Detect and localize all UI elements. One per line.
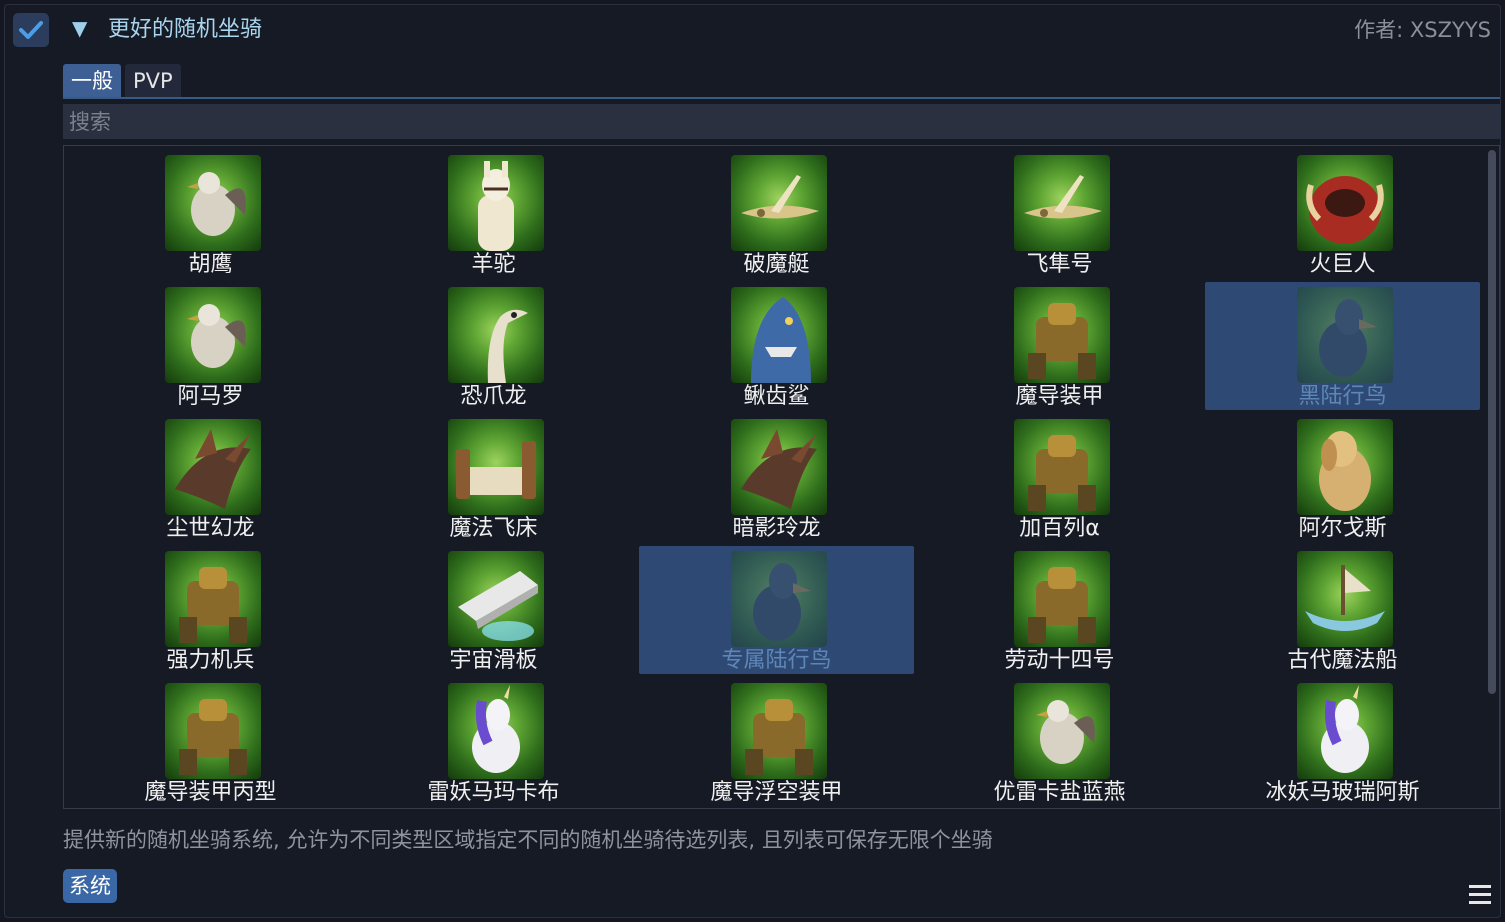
dragon-icon xyxy=(731,419,827,515)
mount-cell[interactable]: 冰妖马玻瑞阿斯 xyxy=(1205,678,1480,806)
mount-name: 火巨人 xyxy=(1309,252,1376,277)
mount-name: 劳动十四号 xyxy=(1004,648,1115,673)
plugin-description: 提供新的随机坐骑系统, 允许为不同类型区域指定不同的随机坐骑待选列表, 且列表可… xyxy=(63,828,993,852)
mount-name: 魔导装甲 xyxy=(1015,384,1104,409)
ship-icon xyxy=(1297,551,1393,647)
raptor-icon xyxy=(448,287,544,383)
mount-name: 胡鹰 xyxy=(188,252,233,277)
mount-cell[interactable]: 阿尔戈斯 xyxy=(1205,414,1480,542)
mount-name: 强力机兵 xyxy=(166,648,255,673)
mount-name: 古代魔法船 xyxy=(1287,648,1398,673)
mount-cell[interactable]: 魔导装甲 xyxy=(922,282,1197,410)
mount-cell[interactable]: 尘世幻龙 xyxy=(73,414,348,542)
plugin-title[interactable]: 更好的随机坐骑 xyxy=(108,14,262,46)
bed-icon xyxy=(448,419,544,515)
mount-name: 阿尔戈斯 xyxy=(1298,516,1387,541)
collapse-arrow-icon[interactable]: ▼ xyxy=(72,18,94,38)
checkmark-icon xyxy=(19,21,43,39)
mount-name: 魔导浮空装甲 xyxy=(710,780,843,805)
mech-icon xyxy=(165,683,261,779)
beast-icon xyxy=(1297,155,1393,251)
mount-name: 专属陆行鸟 xyxy=(721,648,832,673)
mount-cell[interactable]: 魔导浮空装甲 xyxy=(639,678,914,806)
mount-cell[interactable]: 胡鹰 xyxy=(73,150,348,278)
chocobo-icon xyxy=(1297,287,1393,383)
mount-cell[interactable]: 火巨人 xyxy=(1205,150,1480,278)
mount-name: 魔法飞床 xyxy=(449,516,538,541)
mount-name: 黑陆行鸟 xyxy=(1298,384,1387,409)
mount-cell[interactable]: 阿马罗 xyxy=(73,282,348,410)
dog-icon xyxy=(1297,419,1393,515)
mount-name: 冰妖马玻瑞阿斯 xyxy=(1265,780,1420,805)
enable-checkbox[interactable] xyxy=(13,13,49,47)
mech-icon xyxy=(1014,419,1110,515)
bird-icon xyxy=(1014,683,1110,779)
mount-name: 破魔艇 xyxy=(743,252,810,277)
mount-name: 魔导装甲丙型 xyxy=(144,780,277,805)
mount-cell[interactable]: 羊驼 xyxy=(356,150,631,278)
tab-bar: 一般 PVP xyxy=(63,64,185,98)
bird-icon xyxy=(165,155,261,251)
mount-name: 雷妖马玛卡布 xyxy=(427,780,560,805)
mount-cell[interactable]: 魔导装甲丙型 xyxy=(73,678,348,806)
mech-icon xyxy=(1014,287,1110,383)
mount-name: 飞隼号 xyxy=(1026,252,1093,277)
unicorn-icon xyxy=(1297,683,1393,779)
chocobo-icon xyxy=(731,551,827,647)
tab-pvp[interactable]: PVP xyxy=(125,64,181,98)
mount-name: 恐爪龙 xyxy=(460,384,527,409)
mount-name: 尘世幻龙 xyxy=(166,516,255,541)
mount-name: 鳅齿鲨 xyxy=(743,384,810,409)
airship-icon xyxy=(731,155,827,251)
llama-icon xyxy=(448,155,544,251)
board-icon xyxy=(448,551,544,647)
mount-cell[interactable]: 强力机兵 xyxy=(73,546,348,674)
mount-cell[interactable]: 破魔艇 xyxy=(639,150,914,278)
mount-cell[interactable]: 飞隼号 xyxy=(922,150,1197,278)
search-input[interactable] xyxy=(63,104,1500,139)
mount-cell[interactable]: 宇宙滑板 xyxy=(356,546,631,674)
mount-cell[interactable]: 劳动十四号 xyxy=(922,546,1197,674)
mount-grid: 胡鹰 羊驼 破魔艇 飞隼号 火巨人阿马罗 恐爪龙 鳅齿鲨 魔导装甲 黑陆行鸟尘世幻龙 魔法飞床 暗影… xyxy=(63,145,1500,809)
dragon-icon xyxy=(165,419,261,515)
scrollbar-thumb[interactable] xyxy=(1488,150,1496,694)
mount-cell[interactable]: 雷妖马玛卡布 xyxy=(356,678,631,806)
mount-cell[interactable]: 古代魔法船 xyxy=(1205,546,1480,674)
mount-cell[interactable]: 黑陆行鸟 xyxy=(1205,282,1480,410)
mount-cell[interactable]: 优雷卡盐蓝燕 xyxy=(922,678,1197,806)
mount-name: 阿马罗 xyxy=(177,384,244,409)
mount-cell[interactable]: 加百列α xyxy=(922,414,1197,542)
airship-icon xyxy=(1014,155,1110,251)
plugin-author: 作者: XSZYYS xyxy=(1354,18,1491,42)
mount-cell[interactable]: 暗影玲龙 xyxy=(639,414,914,542)
unicorn-icon xyxy=(448,683,544,779)
tab-general[interactable]: 一般 xyxy=(63,64,121,98)
mount-cell[interactable]: 鳅齿鲨 xyxy=(639,282,914,410)
mount-cell[interactable]: 魔法飞床 xyxy=(356,414,631,542)
mount-cell[interactable]: 恐爪龙 xyxy=(356,282,631,410)
category-tag[interactable]: 系统 xyxy=(63,869,117,903)
mech-icon xyxy=(165,551,261,647)
hamburger-menu-icon[interactable] xyxy=(1469,885,1491,905)
mech-icon xyxy=(731,683,827,779)
mount-name: 宇宙滑板 xyxy=(449,648,538,673)
mount-name: 加百列α xyxy=(1019,516,1100,541)
mount-name: 羊驼 xyxy=(471,252,516,277)
bird-icon xyxy=(165,287,261,383)
mount-name: 暗影玲龙 xyxy=(732,516,821,541)
mech-icon xyxy=(1014,551,1110,647)
scrollbar[interactable] xyxy=(1487,148,1497,804)
shark-icon xyxy=(731,287,827,383)
mount-name: 优雷卡盐蓝燕 xyxy=(993,780,1126,805)
mount-cell[interactable]: 专属陆行鸟 xyxy=(639,546,914,674)
tab-underline xyxy=(63,97,1500,99)
